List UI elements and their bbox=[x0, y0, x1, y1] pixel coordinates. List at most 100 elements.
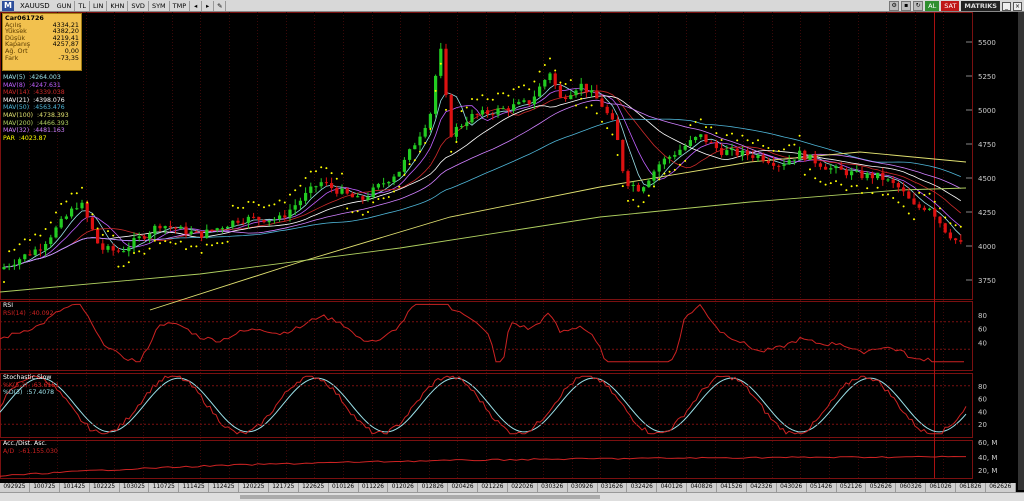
candle-body bbox=[699, 134, 703, 137]
candle-body bbox=[246, 216, 250, 223]
chart-canvas[interactable]: 5500 5250 5000 4750 4500 4250 4000 3750 80 60 40 80… bbox=[0, 12, 1018, 483]
sar-dot bbox=[803, 173, 806, 176]
sar-dot bbox=[159, 242, 161, 245]
candle-body bbox=[616, 119, 620, 140]
date-label: 022026 bbox=[508, 483, 538, 492]
candle-body bbox=[522, 100, 526, 102]
sar-dot bbox=[486, 98, 489, 101]
sar-dot bbox=[663, 172, 666, 175]
currency-button-tl[interactable]: TL bbox=[75, 0, 90, 11]
sar-dot bbox=[850, 185, 853, 188]
sar-dot bbox=[465, 106, 468, 109]
sar-dot bbox=[585, 106, 588, 109]
lock-icon[interactable]: ▪ bbox=[901, 1, 912, 11]
sar-dot bbox=[101, 233, 104, 236]
sar-dot bbox=[606, 127, 609, 130]
candle-body bbox=[834, 166, 838, 169]
candle-body bbox=[59, 218, 63, 228]
sar-dot bbox=[866, 187, 869, 190]
candle-body bbox=[558, 85, 562, 98]
candle-body bbox=[725, 150, 729, 155]
candle-body bbox=[673, 154, 677, 157]
period-button-gun[interactable]: GUN bbox=[54, 0, 76, 11]
arrow-right-icon[interactable]: ▸ bbox=[202, 0, 215, 11]
candle-body bbox=[714, 142, 718, 149]
candle-body bbox=[423, 127, 427, 137]
candle-body bbox=[215, 228, 219, 231]
sar-dot bbox=[351, 211, 354, 214]
arrow-left-icon[interactable]: ◂ bbox=[190, 0, 203, 11]
stoch_legend-legend-item: Stochastic Slow bbox=[3, 374, 52, 381]
close-icon[interactable]: × bbox=[1013, 1, 1022, 11]
chart-type-lin-button[interactable]: LIN bbox=[90, 0, 108, 11]
sar-dot bbox=[398, 185, 401, 188]
sar-dot bbox=[174, 242, 177, 245]
sar-dot bbox=[372, 201, 375, 204]
sar-dot bbox=[694, 121, 697, 124]
sar-dot bbox=[751, 141, 754, 144]
candle-body bbox=[735, 148, 739, 156]
date-label: 040126 bbox=[657, 483, 688, 492]
candle-body bbox=[891, 179, 895, 184]
candle-body bbox=[434, 75, 438, 114]
ad-axis-label: 40, M bbox=[978, 454, 997, 462]
symbol-label[interactable]: XAUUSD bbox=[16, 2, 54, 10]
sar-dot bbox=[689, 124, 692, 127]
date-label: 043026 bbox=[777, 483, 807, 492]
candle-body bbox=[922, 207, 926, 210]
sar-dot bbox=[263, 206, 265, 209]
minimize-icon[interactable]: _ bbox=[1002, 1, 1011, 11]
sar-dot bbox=[564, 83, 567, 86]
draw-tool-icon[interactable]: ✎ bbox=[214, 0, 227, 11]
sym-button[interactable]: SYM bbox=[149, 0, 170, 11]
candle-body bbox=[496, 108, 500, 115]
settings-icon[interactable]: ⚙ bbox=[889, 1, 900, 11]
candle-body bbox=[943, 223, 947, 233]
candle-body bbox=[2, 267, 6, 270]
sar-dot bbox=[647, 194, 650, 197]
sar-dot bbox=[460, 110, 463, 113]
price-axis-label: 4500 bbox=[978, 175, 996, 183]
tmp-button[interactable]: TMP bbox=[170, 0, 191, 11]
sell-button[interactable]: SAT bbox=[941, 1, 960, 11]
sar-dot bbox=[107, 230, 109, 233]
sar-dot bbox=[668, 170, 671, 173]
candle-body bbox=[876, 172, 880, 179]
price_legend-legend-item: PAR:4023.87 bbox=[3, 134, 47, 142]
candle-body bbox=[553, 73, 557, 86]
candle-body bbox=[387, 181, 391, 184]
refresh-icon[interactable]: ↻ bbox=[913, 1, 924, 11]
candle-body bbox=[361, 196, 365, 200]
sar-dot bbox=[13, 248, 16, 251]
date-label: 101425 bbox=[60, 483, 90, 492]
candle-body bbox=[517, 101, 521, 105]
sar-dot bbox=[86, 201, 89, 204]
candle-body bbox=[241, 222, 245, 224]
sar-dot bbox=[809, 168, 811, 171]
candle-body bbox=[839, 166, 843, 170]
candle-body bbox=[127, 247, 131, 252]
sar-dot bbox=[569, 79, 572, 82]
sar-dot bbox=[819, 180, 822, 183]
candle-body bbox=[652, 171, 656, 181]
chart-type-khn-button[interactable]: KHN bbox=[107, 0, 129, 11]
sar-dot bbox=[289, 193, 291, 196]
date-label: 042326 bbox=[747, 483, 777, 492]
candle-body bbox=[371, 187, 375, 198]
scroll-thumb[interactable] bbox=[240, 495, 600, 499]
candle-body bbox=[829, 168, 833, 170]
candle-body bbox=[397, 171, 401, 177]
horizontal-scrollbar[interactable] bbox=[0, 492, 1024, 501]
sar-dot bbox=[195, 245, 198, 248]
buy-button[interactable]: AL bbox=[925, 1, 940, 11]
price-axis-label: 5250 bbox=[978, 73, 996, 81]
candle-body bbox=[200, 231, 204, 238]
sar-dot bbox=[507, 94, 510, 97]
sar-dot bbox=[169, 241, 172, 244]
sar-dot bbox=[221, 242, 224, 245]
svd-button[interactable]: SVD bbox=[128, 0, 149, 11]
sar-dot bbox=[153, 239, 156, 242]
candle-body bbox=[54, 227, 58, 238]
rsi_legend-legend-item: RSI bbox=[3, 302, 14, 309]
vertical-scrollbar[interactable] bbox=[1018, 12, 1024, 490]
